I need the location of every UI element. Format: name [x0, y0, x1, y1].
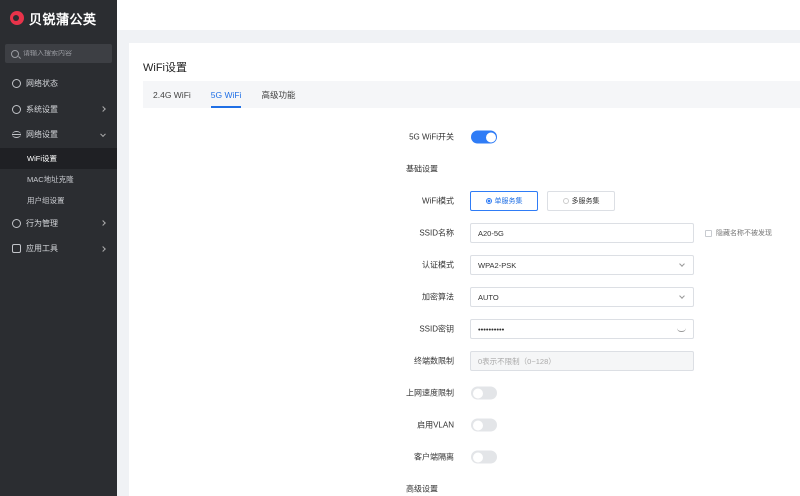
row-rate-limit: 上网速度限制 [129, 383, 800, 403]
mode-single-ssid-button[interactable]: 单服务集 [470, 191, 538, 211]
sidebar-item-system-settings[interactable]: 系统设置 [0, 97, 117, 123]
ssid-label: SSID名称 [419, 228, 454, 238]
sidebar-item-label: 网络设置 [26, 130, 58, 140]
mode-multi-ssid-button[interactable]: 多服务集 [547, 191, 615, 211]
vlan-toggle[interactable] [471, 418, 497, 432]
hide-ssid-label: 隐藏名称不被发现 [716, 230, 772, 237]
password-value: •••••••••• [478, 324, 505, 334]
client-isolation-toggle[interactable] [471, 450, 497, 464]
auth-mode-label: 认证模式 [422, 260, 454, 270]
sidebar-item-label: 行为管理 [26, 218, 58, 228]
row-encryption: 加密算法 AUTO [129, 287, 800, 307]
sidebar-nav: 网络状态 系统设置 网络设置 WiFi设置 MAC地址克隆 用户组设置 行为管理… [0, 71, 117, 262]
mode-option-label: 多服务集 [571, 198, 600, 205]
row-wifi-mode: WiFi模式 单服务集 多服务集 [129, 191, 800, 211]
password-input[interactable]: •••••••••• [470, 319, 694, 339]
wifi-switch-label: 5G WiFi开关 [409, 132, 454, 142]
row-wifi-switch: 5G WiFi开关 [129, 127, 800, 147]
encryption-label: 加密算法 [422, 292, 454, 302]
eye-closed-icon[interactable] [677, 328, 686, 332]
row-vlan: 启用VLAN [129, 415, 800, 435]
mode-option-label: 单服务集 [494, 198, 523, 205]
tab-5g-wifi[interactable]: 5G WiFi [201, 81, 252, 108]
chevron-down-icon [100, 131, 106, 137]
ssid-input[interactable]: A20-5G [470, 223, 694, 243]
search-icon [11, 49, 19, 58]
chevron-down-icon [679, 261, 685, 267]
radio-selected-icon [485, 198, 492, 204]
row-auth-mode: 认证模式 WPA2-PSK [129, 255, 800, 275]
auth-mode-value: WPA2-PSK [478, 260, 517, 270]
behavior-icon [12, 218, 21, 228]
sidebar-item-app-tools[interactable]: 应用工具 [0, 236, 117, 262]
chevron-right-icon [100, 245, 106, 252]
tab-2-4g-wifi[interactable]: 2.4G WiFi [143, 81, 201, 108]
auth-mode-select[interactable]: WPA2-PSK [470, 255, 694, 275]
sidebar-item-network-status[interactable]: 网络状态 [0, 71, 117, 97]
search-input[interactable] [23, 50, 108, 57]
basic-settings-heading: 基础设置 [406, 164, 438, 174]
row-ssid: SSID名称 A20-5G 隐藏名称不被发现 [129, 223, 800, 243]
brand-name: 贝锐蒲公英 [29, 11, 97, 27]
tools-icon [12, 244, 21, 254]
wifi-switch-toggle[interactable] [471, 130, 497, 144]
chevron-down-icon [679, 293, 685, 299]
top-bar [117, 0, 800, 30]
chevron-right-icon [100, 106, 106, 113]
row-basic-section: 基础设置 [129, 159, 800, 179]
advanced-settings-heading: 高级设置 [406, 484, 438, 494]
sidebar: 贝锐蒲公英 网络状态 系统设置 网络设置 WiFi设置 MAC地址克隆 用户组设… [0, 0, 117, 496]
page-title: WiFi设置 [143, 62, 187, 74]
settings-card: WiFi设置 2.4G WiFi 5G WiFi 高级功能 5G WiFi开关 … [129, 43, 800, 496]
row-advanced-section: 高级设置 [129, 479, 800, 496]
sidebar-subitem-wifi-settings[interactable]: WiFi设置 [0, 147, 117, 169]
hide-ssid-checkbox[interactable]: 隐藏名称不被发现 [705, 228, 772, 238]
checkbox-box [705, 229, 712, 237]
sidebar-subitem-mac-clone[interactable]: MAC地址克隆 [0, 169, 117, 190]
max-clients-label: 终端数限制 [414, 356, 454, 366]
dandelion-logo-icon [10, 11, 24, 25]
max-clients-input[interactable]: 0表示不限制（0~128） [470, 351, 694, 371]
globe-icon [12, 79, 21, 89]
brand-logo[interactable]: 贝锐蒲公英 [0, 0, 117, 36]
radio-unselected-icon [562, 198, 569, 204]
sidebar-item-label: 应用工具 [26, 244, 58, 254]
search-box [5, 44, 112, 63]
password-label: SSID密钥 [419, 324, 454, 334]
tab-advanced[interactable]: 高级功能 [251, 81, 305, 108]
sidebar-item-label: 系统设置 [26, 104, 58, 114]
list-icon [12, 131, 21, 139]
chevron-right-icon [100, 220, 106, 227]
client-isolation-label: 客户端隔离 [414, 452, 454, 462]
rate-limit-toggle[interactable] [471, 386, 497, 400]
tab-bar: 2.4G WiFi 5G WiFi 高级功能 [143, 81, 800, 108]
row-client-isolation: 客户端隔离 [129, 447, 800, 467]
encryption-value: AUTO [478, 292, 499, 302]
row-password: SSID密钥 •••••••••• [129, 319, 800, 339]
rate-limit-label: 上网速度限制 [406, 388, 454, 398]
sidebar-item-label: 网络状态 [26, 79, 58, 89]
sidebar-subitem-user-groups[interactable]: 用户组设置 [0, 190, 117, 211]
wifi-mode-label: WiFi模式 [422, 196, 454, 206]
encryption-select[interactable]: AUTO [470, 287, 694, 307]
row-max-clients: 终端数限制 0表示不限制（0~128） [129, 351, 800, 371]
sidebar-item-network-settings[interactable]: 网络设置 [0, 122, 117, 148]
sidebar-item-behavior-management[interactable]: 行为管理 [0, 211, 117, 237]
vlan-label: 启用VLAN [417, 420, 454, 430]
gear-icon [12, 104, 21, 114]
